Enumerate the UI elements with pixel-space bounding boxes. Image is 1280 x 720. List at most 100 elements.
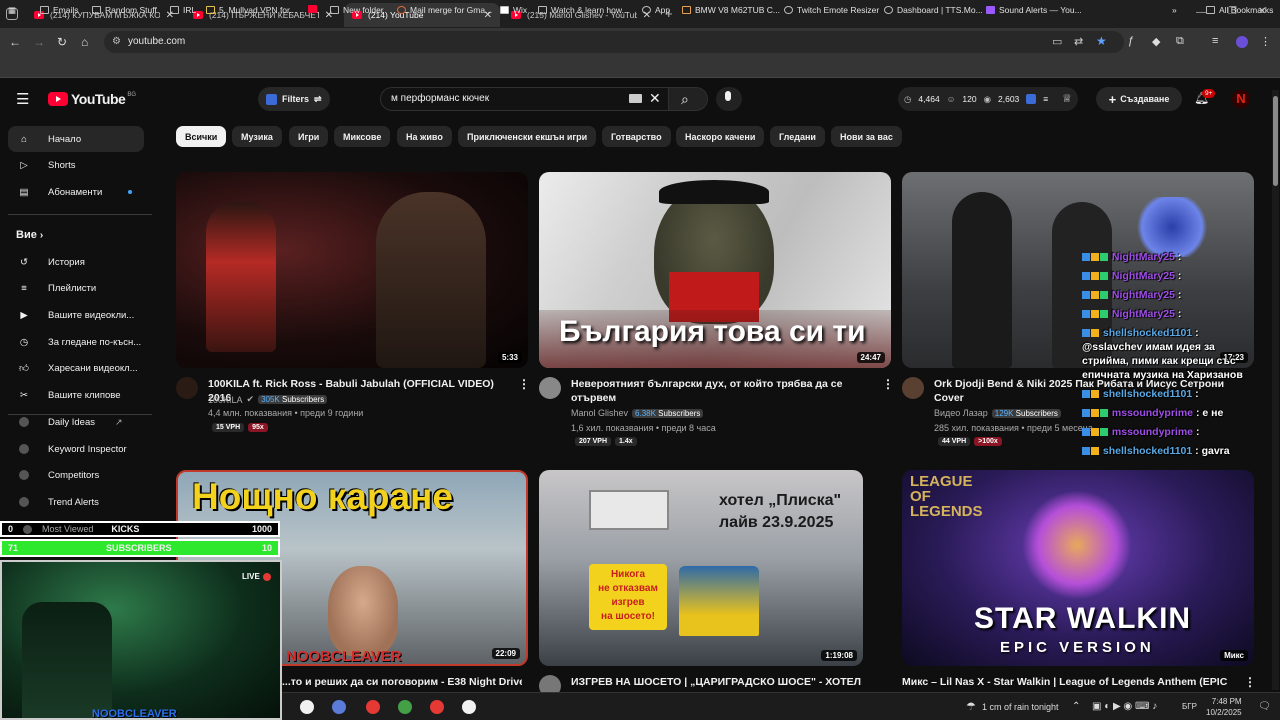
bookmark-new-folder[interactable]: New folder (330, 5, 384, 15)
bookmark-sound-alerts[interactable]: Sound Alerts — You... (986, 5, 1082, 15)
weather-text[interactable]: 1 cm of rain tonight (982, 702, 1059, 712)
video-title[interactable]: ...то и реших да си поговорим - E38 Nigh… (282, 675, 522, 689)
sidebar-item-your-videos[interactable]: ▶ Вашите видеокли... (8, 302, 144, 328)
chip-music[interactable]: Музика (232, 126, 282, 147)
chip-live[interactable]: На живо (397, 126, 452, 147)
search-input[interactable] (391, 93, 621, 104)
channel-avatar[interactable] (902, 377, 924, 399)
avatar[interactable]: N (1232, 90, 1250, 108)
chip-action-adventure[interactable]: Приключенски екшън игри (458, 126, 597, 147)
sidebar-item-competitors[interactable]: Competitors (8, 462, 144, 488)
extensions-icon[interactable]: ⧉ (1176, 35, 1184, 48)
site-info-icon[interactable]: ⚙ (112, 36, 121, 47)
sidebar-item-subscriptions[interactable]: ▤ Абонаменти (8, 179, 144, 205)
app-icon[interactable] (462, 700, 476, 714)
video-thumbnail[interactable]: хотел „Плиска" лайв 23.9.2025 Никога не … (539, 470, 863, 666)
search-box[interactable]: ✕ (380, 87, 670, 111)
chip-new-to-you[interactable]: Нови за вас (831, 126, 902, 147)
video-title[interactable]: Микс – Lil Nas X - Star Walkin | League … (902, 675, 1232, 689)
back-icon[interactable]: ← (9, 35, 21, 49)
keyboard-icon[interactable] (629, 94, 642, 103)
channel-name[interactable]: Manol Glishev (571, 408, 628, 418)
extension-drop-icon[interactable]: ◆ (1152, 35, 1160, 48)
channel-stats-bar[interactable]: ◷ 4,464 ☺ 120 ◉ 2,603 ≡ (898, 87, 1078, 111)
youtube-logo[interactable]: YouTube BG (48, 91, 136, 107)
video-menu-icon[interactable]: ⋮ (882, 377, 894, 391)
voice-search-button[interactable] (716, 87, 742, 111)
menu-kebab-icon[interactable]: ⋮ (1260, 35, 1271, 48)
channel-name[interactable]: Видео Лазар (934, 408, 988, 418)
channel-avatar[interactable] (176, 377, 198, 399)
tray-icons[interactable]: ▣ ◐ ▶ ◉ ⌨ ♪ (1092, 701, 1157, 712)
app-icon[interactable] (300, 700, 314, 714)
create-button[interactable]: + Създаване (1096, 87, 1182, 111)
chip-watched[interactable]: Гледани (770, 126, 825, 147)
app-icon[interactable] (430, 700, 444, 714)
chrome-icon[interactable] (398, 700, 412, 714)
chip-cooking[interactable]: Готварство (602, 126, 671, 147)
channel-avatar[interactable] (539, 377, 561, 399)
trophy-icon[interactable]: ♕ (1062, 92, 1072, 105)
chip-recently-uploaded[interactable]: Наскоро качени (676, 126, 765, 147)
scrollbar-thumb[interactable] (1273, 96, 1278, 186)
video-thumbnail[interactable]: 5:33 (176, 172, 528, 368)
channel-name[interactable]: 100KILA (208, 395, 243, 405)
translate-icon[interactable]: ⇄ (1074, 35, 1083, 48)
bookmark-bmw[interactable]: BMW V8 M62TUB C... (682, 5, 780, 15)
video-title[interactable]: Невероятният български дух, от който тря… (571, 377, 871, 405)
clear-search-icon[interactable]: ✕ (649, 90, 661, 107)
sidebar-item-shorts[interactable]: ▷ Shorts (8, 152, 144, 178)
bookmark-star-icon[interactable]: ★ (1096, 34, 1107, 48)
sidebar-item-home[interactable]: ⌂ Начало (8, 126, 144, 152)
weather-icon[interactable]: ☂ (966, 700, 976, 713)
app-icon[interactable] (332, 700, 346, 714)
bookmark-irl[interactable]: IRL (170, 5, 196, 15)
minimize-icon[interactable]: — (1196, 7, 1206, 18)
sidebar-item-trend-alerts[interactable]: Trend Alerts (8, 489, 144, 515)
bookmark-wix[interactable]: Wix (500, 5, 527, 15)
app-icon[interactable] (366, 700, 380, 714)
video-thumbnail[interactable]: LEAGUE OF LEGENDS STAR WALKIN EPIC VERSI… (902, 470, 1254, 666)
chip-all[interactable]: Всички (176, 126, 227, 147)
sidebar-item-liked[interactable]: 👍︎ Харесани видеокл... (8, 355, 144, 381)
bookmark-mail-merge[interactable]: Mail merge for Gma... (397, 5, 492, 15)
chip-mixes[interactable]: Миксове (334, 126, 391, 147)
bookmark-twitch[interactable]: Twitch Emote Resizer (784, 5, 879, 15)
tray-chevron-icon[interactable]: ⌃ (1072, 701, 1080, 712)
video-title[interactable]: ИЗГРЕВ НА ШОСЕТО | „ЦАРИГРАДСКО ШОСЕ" - … (571, 675, 871, 689)
clock[interactable]: 7:48 PM 10/2/2025 (1206, 696, 1242, 718)
sidebar-you-heading[interactable]: Вие › (16, 229, 43, 241)
all-bookmarks[interactable]: All Bookmarks (1206, 5, 1273, 15)
search-button[interactable]: ⌕ (668, 87, 708, 111)
bookmarks-overflow-icon[interactable]: » (1172, 5, 1177, 15)
sidebar-item-watch-later[interactable]: ◷ За гледане по-късн... (8, 329, 144, 355)
sidebar-item-your-clips[interactable]: ✂ Вашите клипове (8, 382, 144, 408)
bookmark-app[interactable]: App (642, 5, 670, 15)
notifications-icon[interactable]: 🗨︎ (1258, 701, 1271, 712)
bookmark-mullvad[interactable]: 5. Mullvad VPN for... (206, 5, 296, 15)
hamburger-menu-icon[interactable]: ☰ (16, 90, 29, 108)
video-menu-icon[interactable]: ⋮ (518, 377, 530, 391)
bookmark-watch-learn[interactable]: Watch & learn how... (538, 5, 629, 15)
home-browser-icon[interactable]: ⌂ (81, 35, 88, 49)
video-menu-icon[interactable]: ⋮ (1244, 675, 1256, 689)
bookmark-youtube[interactable] (308, 5, 321, 13)
forward-icon[interactable]: → (33, 35, 45, 49)
profile-icon[interactable] (1236, 36, 1248, 48)
sidebar-item-keyword-inspector[interactable]: Keyword Inspector (8, 436, 144, 462)
filters-button[interactable]: Filters ⇌ (258, 87, 330, 111)
reload-icon[interactable]: ↻ (57, 35, 67, 49)
sidebar-item-daily-ideas[interactable]: Daily Ideas ↗ (8, 409, 144, 435)
bookmark-emails[interactable]: Emails (40, 5, 79, 15)
page-scrollbar[interactable] (1272, 90, 1279, 690)
cast-icon[interactable]: ▭ (1052, 35, 1062, 48)
bookmark-tts[interactable]: Dashboard | TTS.Mo... (884, 5, 983, 15)
address-bar[interactable]: ⚙ youtube.com ▭ ⇄ ★ (104, 31, 1124, 53)
reading-list-icon[interactable]: ≡ (1212, 35, 1218, 47)
sidebar-item-history[interactable]: ↺ История (8, 249, 144, 275)
chip-games[interactable]: Игри (289, 126, 329, 147)
apps-grid-icon[interactable]: ▦ (8, 5, 16, 16)
bookmark-random-stuff[interactable]: Random Stuff (92, 5, 157, 15)
video-thumbnail[interactable]: България това си ти 24:47 (539, 172, 891, 368)
extension-f-icon[interactable]: ƒ (1128, 35, 1134, 47)
